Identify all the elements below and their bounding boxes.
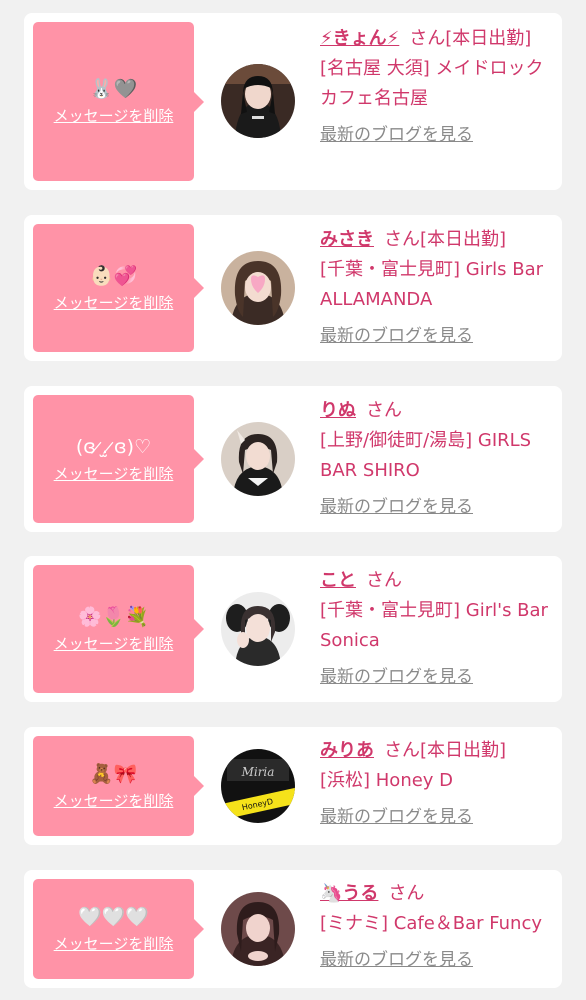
message-stamp: 🤍🤍🤍 [78, 905, 149, 928]
cast-name-link[interactable]: みりあ [320, 740, 374, 761]
message-bubble: (ɞ ̷.̫ ̷ɞ)♡ メッセージを削除 [33, 395, 204, 523]
cast-name-link[interactable]: ⚡きょん⚡ [320, 28, 399, 49]
latest-blog-link[interactable]: 最新のブログを見る [320, 325, 554, 347]
delete-message-link[interactable]: メッセージを削除 [54, 105, 174, 126]
message-card: 🧸🎀 メッセージを削除 Miria HoneyD みりあ さん[本日出勤] [浜松… [24, 727, 562, 845]
message-bubble: 👶🏻💞 メッセージを削除 [33, 224, 204, 352]
cast-name-link[interactable]: こと [320, 570, 356, 591]
message-stamp: 🌸🌷💐 [78, 605, 149, 628]
name-suffix: さん [366, 570, 402, 591]
shop-name: [名古屋 大須] メイドロックカフェ名古屋 [320, 58, 544, 109]
attendance-status: [本日出勤] [445, 28, 532, 49]
message-stamp: 🧸🎀 [89, 762, 138, 785]
latest-blog-link[interactable]: 最新のブログを見る [320, 806, 554, 828]
avatar[interactable] [221, 592, 295, 666]
avatar[interactable] [221, 892, 295, 966]
message-stamp: 🐰🩶 [89, 78, 138, 100]
cast-name-link[interactable]: りぬ [320, 400, 356, 421]
shop-name: [上野/御徒町/湯島] GIRLS BAR SHIRO [320, 430, 532, 481]
message-info: こと さん [千葉・富士見町] Girl's Bar Sonica 最新のブログを… [320, 566, 554, 688]
cast-name-link[interactable]: みさき [320, 229, 374, 250]
attendance-status: [本日出勤] [420, 229, 507, 250]
message-card: 👶🏻💞 メッセージを削除 みさき さん[本日出勤] [千葉・富士見町] Girls… [24, 215, 562, 361]
avatar[interactable]: Miria HoneyD [221, 749, 295, 823]
cast-name-link[interactable]: 🦄うる [320, 883, 378, 904]
avatar[interactable] [221, 251, 295, 325]
delete-message-link[interactable]: メッセージを削除 [54, 292, 174, 313]
name-suffix: さん [366, 400, 402, 421]
svg-text:Miria: Miria [241, 765, 275, 779]
attendance-status: [本日出勤] [420, 740, 507, 761]
message-info: りぬ さん [上野/御徒町/湯島] GIRLS BAR SHIRO 最新のブログを… [320, 396, 554, 518]
message-bubble: 🧸🎀 メッセージを削除 [33, 736, 204, 836]
shop-name: [浜松] Honey D [320, 770, 454, 791]
latest-blog-link[interactable]: 最新のブログを見る [320, 124, 554, 146]
message-card: (ɞ ̷.̫ ̷ɞ)♡ メッセージを削除 りぬ さん [上野/御徒町/湯島] GI… [24, 386, 562, 532]
message-list: 🐰🩶 メッセージを削除 ⚡きょん⚡ さん[本日出勤] [名古屋 大須] メイドロッ… [0, 0, 586, 1000]
message-bubble: 🤍🤍🤍 メッセージを削除 [33, 879, 204, 979]
message-info: 🦄うる さん [ミナミ] Cafe＆Bar Funcy 最新のブログを見る [320, 879, 554, 971]
delete-message-link[interactable]: メッセージを削除 [54, 790, 174, 811]
message-bubble: 🐰🩶 メッセージを削除 [33, 22, 204, 181]
message-info: ⚡きょん⚡ さん[本日出勤] [名古屋 大須] メイドロックカフェ名古屋 最新のブ… [320, 24, 554, 146]
avatar[interactable] [221, 422, 295, 496]
shop-name: [千葉・富士見町] Girls Bar ALLAMANDA [320, 259, 543, 310]
latest-blog-link[interactable]: 最新のブログを見る [320, 666, 554, 688]
delete-message-link[interactable]: メッセージを削除 [54, 933, 174, 954]
latest-blog-link[interactable]: 最新のブログを見る [320, 949, 554, 971]
message-card: 🐰🩶 メッセージを削除 ⚡きょん⚡ さん[本日出勤] [名古屋 大須] メイドロッ… [24, 13, 562, 190]
message-info: みりあ さん[本日出勤] [浜松] Honey D 最新のブログを見る [320, 736, 554, 828]
name-suffix: さん [384, 229, 420, 250]
message-card: 🤍🤍🤍 メッセージを削除 🦄うる さん [ミナミ] Cafe＆Bar Funcy … [24, 870, 562, 988]
shop-name: [ミナミ] Cafe＆Bar Funcy [320, 913, 543, 934]
message-info: みさき さん[本日出勤] [千葉・富士見町] Girls Bar ALLAMAND… [320, 225, 554, 347]
name-suffix: さん [409, 28, 446, 49]
name-suffix: さん [388, 883, 425, 904]
name-suffix: さん [384, 740, 420, 761]
message-card: 🌸🌷💐 メッセージを削除 こと さん [千葉・富士見町] Girl's Bar S… [24, 556, 562, 702]
avatar[interactable] [221, 64, 295, 138]
message-bubble: 🌸🌷💐 メッセージを削除 [33, 565, 204, 693]
message-stamp: 👶🏻💞 [89, 264, 138, 287]
message-stamp: (ɞ ̷.̫ ̷ɞ)♡ [75, 435, 152, 458]
delete-message-link[interactable]: メッセージを削除 [54, 633, 174, 654]
delete-message-link[interactable]: メッセージを削除 [54, 463, 174, 484]
latest-blog-link[interactable]: 最新のブログを見る [320, 496, 554, 518]
shop-name: [千葉・富士見町] Girl's Bar Sonica [320, 600, 548, 651]
